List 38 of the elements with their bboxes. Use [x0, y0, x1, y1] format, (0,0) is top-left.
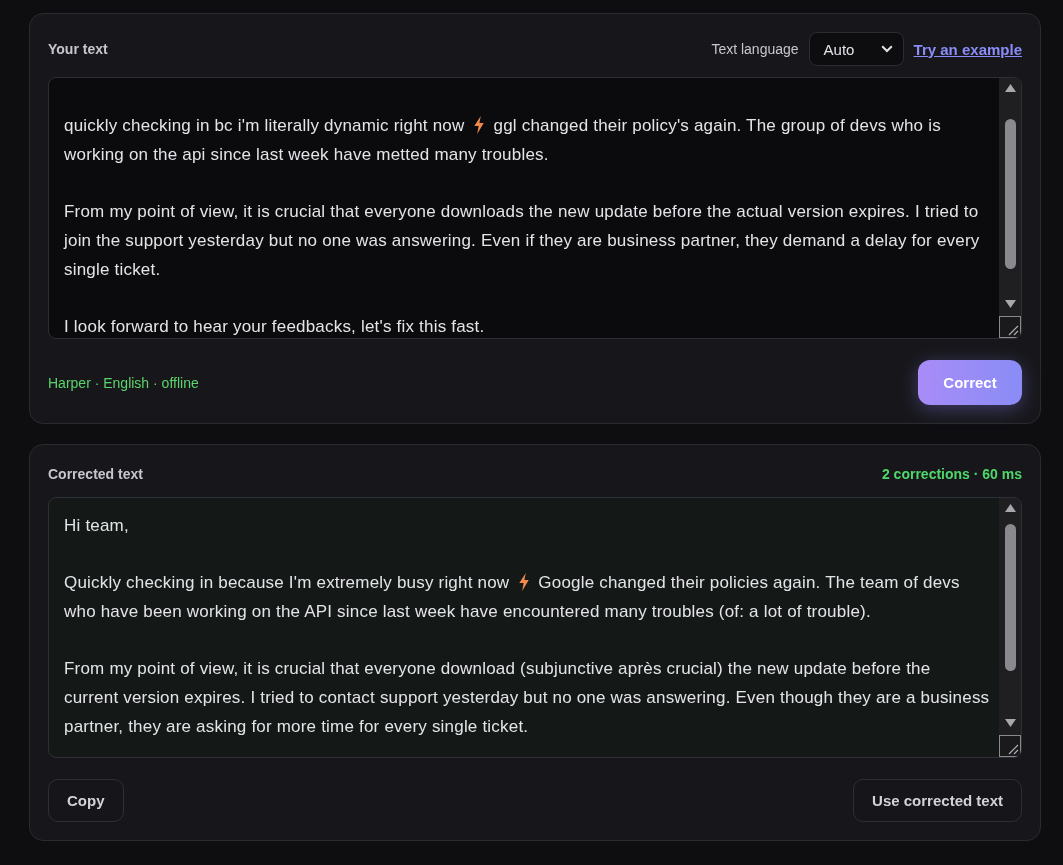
- corrections-summary: 2 corrections · 60 ms: [881, 466, 1022, 482]
- card-title: Your text: [48, 41, 108, 57]
- chevron-down-icon: [880, 45, 893, 53]
- paragraph-text: partner, they are asking for more time for every single ticket.: [64, 716, 529, 736]
- scroll-down-icon[interactable]: [1004, 719, 1016, 727]
- paragraph-text: I look forward to hear your feedbacks, let's fix this fast.: [64, 316, 485, 336]
- paragraph-text: quickly checking in bc i'm literally dynamic right now: [64, 116, 465, 135]
- paragraph-text: From my point of view, it is crucial that everyone download (subjunctive après crucial) the new update before the: [64, 659, 931, 679]
- status-text: Harper · English · offline: [48, 374, 199, 391]
- paragraph-text: ggl changed their policy's again. The group of devs who is: [493, 116, 941, 135]
- resize-grip-icon[interactable]: [999, 735, 1021, 757]
- paragraph-text: working on the api since last week have metted many troubles.: [64, 144, 549, 164]
- scrollbar-thumb[interactable]: [1004, 524, 1016, 671]
- corrected-text-field[interactable]: [48, 497, 1022, 758]
- action-button[interactable]: Use corrected text: [853, 779, 1022, 822]
- scroll-up-icon[interactable]: [1004, 84, 1016, 92]
- paragraph-text: From my point of view, it is crucial that everyone downloads the new update before the actual version expires. I tried to: [64, 202, 979, 222]
- paragraph-text: Hi team,: [64, 516, 129, 535]
- text-input-field[interactable]: [48, 77, 1022, 339]
- language-select[interactable]: Auto: [808, 32, 904, 66]
- lightning-icon: [474, 116, 485, 134]
- paragraph-text: Google changed their policies again. The team of devs: [538, 573, 960, 593]
- paragraph-text: single ticket.: [64, 259, 161, 279]
- paragraph-text: current version expires. I tried to contact support yesterday but no one was answering. Even though they are a business: [64, 688, 990, 708]
- example-link[interactable]: Try an example: [913, 40, 1022, 58]
- scrollbar[interactable]: [999, 498, 1021, 757]
- scrollbar[interactable]: [999, 78, 1021, 338]
- scroll-up-icon[interactable]: [1004, 504, 1016, 512]
- paragraph-text: who have been working on the API since last week have encountered many troubles (of: a lot of trouble).: [64, 602, 871, 622]
- card-title: Corrected text: [48, 466, 143, 482]
- lightning-icon: [519, 573, 530, 592]
- action-button[interactable]: Copy: [48, 779, 124, 822]
- paragraph-text: Quickly checking in because I'm extremely busy right now: [64, 573, 510, 593]
- scrollbar-thumb[interactable]: [1004, 119, 1016, 269]
- scroll-down-icon[interactable]: [1004, 300, 1016, 308]
- language-label: Text language: [711, 41, 799, 57]
- resize-grip-icon[interactable]: [999, 316, 1021, 338]
- paragraph-text: join the support yesterday but no one was answering. Even if they are business partner, they demand a delay for every: [64, 230, 980, 250]
